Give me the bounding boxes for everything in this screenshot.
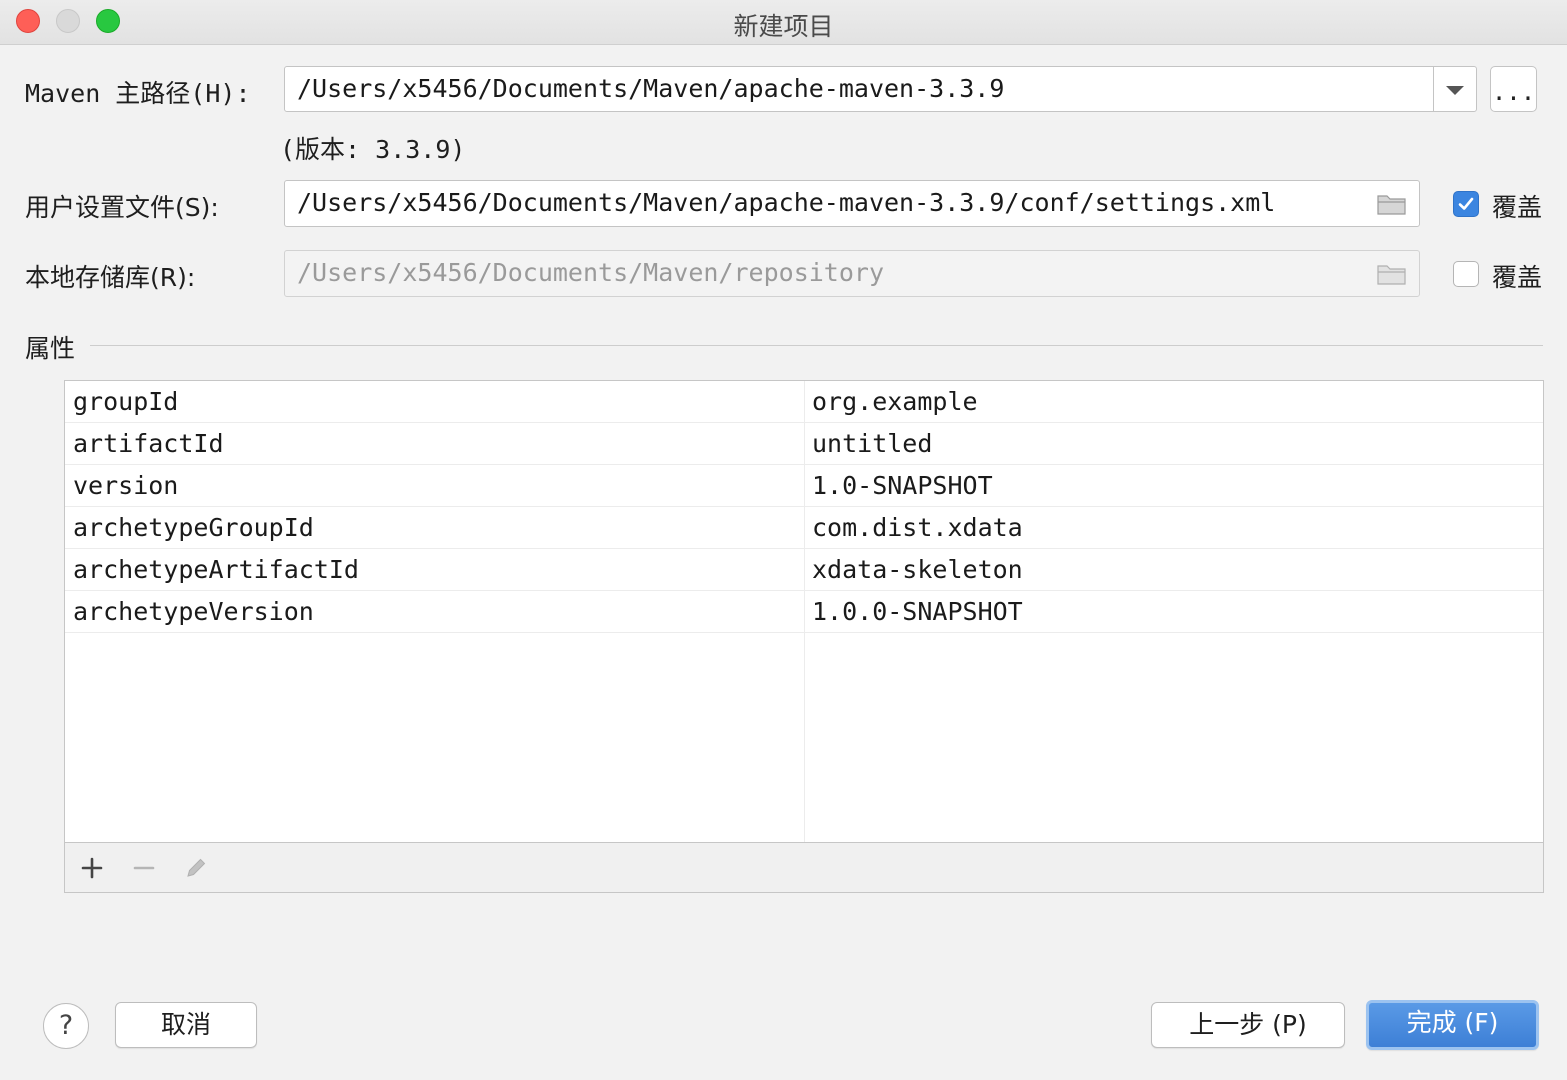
table-row[interactable]: archetypeGroupId com.dist.xdata (65, 507, 1543, 549)
property-value[interactable]: com.dist.xdata (812, 507, 1023, 549)
property-value[interactable]: untitled (812, 423, 932, 465)
table-row[interactable]: version 1.0-SNAPSHOT (65, 465, 1543, 507)
properties-table: groupId org.example artifactId untitled … (64, 380, 1544, 893)
new-project-dialog: 新建项目 Maven 主路径(H): /Users/x5456/Document… (0, 0, 1567, 1080)
user-settings-override-label: 覆盖 (1492, 193, 1543, 222)
checkmark-icon (1458, 197, 1474, 210)
previous-button[interactable]: 上一步 (P) (1151, 1002, 1345, 1048)
folder-icon (1377, 265, 1406, 285)
table-row[interactable]: groupId org.example (65, 381, 1543, 423)
property-value[interactable]: 1.0-SNAPSHOT (812, 465, 993, 507)
section-divider (90, 345, 1543, 346)
property-key[interactable]: archetypeArtifactId (73, 549, 359, 591)
local-repo-value: /Users/x5456/Documents/Maven/repository (297, 258, 884, 287)
property-key[interactable]: archetypeGroupId (73, 507, 314, 549)
browse-maven-home-button[interactable]: ... (1490, 66, 1537, 112)
maven-home-value: /Users/x5456/Documents/Maven/apache-mave… (297, 74, 1005, 103)
local-repo-override-label: 覆盖 (1492, 263, 1543, 292)
table-row[interactable]: artifactId untitled (65, 423, 1543, 465)
chevron-down-icon[interactable] (1433, 67, 1476, 111)
help-button[interactable]: ? (43, 1003, 89, 1049)
maven-version-note: (版本: 3.3.9) (280, 135, 466, 164)
maven-home-combobox[interactable]: /Users/x5456/Documents/Maven/apache-mave… (284, 66, 1477, 112)
folder-icon[interactable] (1377, 193, 1407, 215)
property-key[interactable]: groupId (73, 381, 178, 423)
user-settings-override-checkbox[interactable] (1453, 191, 1479, 217)
user-settings-label: 用户设置文件(S): (25, 193, 219, 222)
properties-section-title: 属性 (25, 334, 76, 363)
pencil-icon (187, 858, 206, 877)
cancel-button[interactable]: 取消 (115, 1002, 257, 1048)
property-value[interactable]: org.example (812, 381, 978, 423)
local-repo-field: /Users/x5456/Documents/Maven/repository (284, 250, 1420, 297)
user-settings-value: /Users/x5456/Documents/Maven/apache-mave… (297, 188, 1276, 217)
window-title: 新建项目 (733, 12, 834, 41)
local-repo-override-checkbox[interactable] (1453, 261, 1479, 287)
properties-toolbar (65, 842, 1543, 892)
property-key[interactable]: archetypeVersion (73, 591, 314, 633)
title-bar: 新建项目 (0, 0, 1567, 45)
plus-icon[interactable] (79, 855, 105, 881)
property-value[interactable]: xdata-skeleton (812, 549, 1023, 591)
property-value[interactable]: 1.0.0-SNAPSHOT (812, 591, 1023, 633)
table-row[interactable]: archetypeArtifactId xdata-skeleton (65, 549, 1543, 591)
property-key[interactable]: artifactId (73, 423, 224, 465)
minus-icon (133, 866, 155, 870)
property-key[interactable]: version (73, 465, 178, 507)
local-repo-label: 本地存储库(R): (25, 263, 196, 292)
finish-button[interactable]: 完成 (F) (1366, 1000, 1539, 1050)
user-settings-field[interactable]: /Users/x5456/Documents/Maven/apache-mave… (284, 180, 1420, 227)
maven-home-label: Maven 主路径(H): (25, 79, 251, 108)
table-row[interactable]: archetypeVersion 1.0.0-SNAPSHOT (65, 591, 1543, 633)
